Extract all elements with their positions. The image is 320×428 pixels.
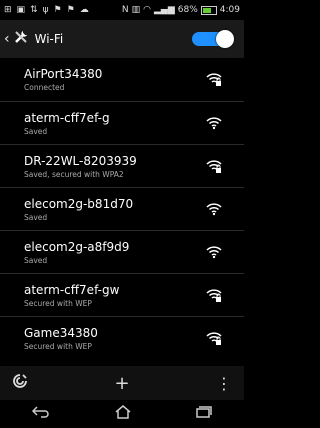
- network-ssid: elecom2g-a8f9d9: [24, 240, 130, 254]
- network-ssid: aterm-cff7ef-g: [24, 111, 110, 125]
- add-network-button[interactable]: +: [102, 373, 142, 394]
- system-icons: N ▥ ◠ ▂▄▆ 68% 4:09: [119, 0, 240, 20]
- network-ssid: Game34380: [24, 326, 98, 340]
- wifi-locked-icon: [206, 332, 222, 345]
- flag-icon: ⚑: [53, 5, 62, 15]
- network-row[interactable]: aterm-cff7ef-g Saved: [0, 101, 244, 144]
- wifi-icon: [206, 246, 222, 259]
- home-icon[interactable]: [115, 405, 131, 423]
- wifi-toggle[interactable]: [192, 30, 234, 48]
- notification-icons: ⊞ ▣ ⇅ ψ ⚑ ⚑ ☁: [0, 5, 94, 15]
- back-icon[interactable]: [32, 406, 50, 422]
- network-row[interactable]: aterm-cff7ef-gw Secured with WEP: [0, 273, 244, 316]
- bottom-action-bar: + ⋮: [0, 366, 244, 400]
- network-status: Secured with WEP: [24, 342, 92, 351]
- notification-app-icon: ⊞: [4, 5, 12, 15]
- wifi-status-icon: ◠: [143, 5, 151, 15]
- wifi-locked-icon: [206, 289, 222, 302]
- navigation-bar: [0, 400, 244, 428]
- network-status: Saved: [24, 213, 48, 222]
- network-row[interactable]: AirPort34380 Connected: [0, 58, 244, 101]
- network-list: AirPort34380 Connected aterm-cff7ef-g Sa…: [0, 58, 244, 358]
- page-title: Wi-Fi: [34, 32, 64, 46]
- toggle-knob: [216, 30, 234, 48]
- overflow-menu-icon: ⋮: [216, 373, 232, 393]
- network-status: Saved: [24, 127, 48, 136]
- flag-icon-2: ⚑: [66, 5, 75, 15]
- network-row[interactable]: elecom2g-b81d70 Saved: [0, 187, 244, 230]
- vibrate-icon: ▥: [131, 5, 141, 15]
- battery-percent: 68%: [177, 5, 198, 15]
- wifi-locked-icon: [206, 73, 222, 86]
- network-row[interactable]: elecom2g-a8f9d9 Saved: [0, 230, 244, 273]
- usb-debug-icon: ψ: [42, 5, 49, 15]
- wifi-icon: [206, 117, 222, 130]
- nfc-icon: N: [121, 5, 129, 15]
- network-status: Secured with WEP: [24, 299, 92, 308]
- back-chevron-icon[interactable]: ‹: [4, 31, 10, 47]
- status-bar: ⊞ ▣ ⇅ ψ ⚑ ⚑ ☁ N ▥ ◠ ▂▄▆ 68% 4:09: [0, 0, 244, 20]
- network-status: Saved, secured with WPA2: [24, 170, 124, 179]
- usb-icon: ⇅: [30, 5, 38, 15]
- add-icon: +: [114, 372, 130, 394]
- settings-tools-icon[interactable]: [13, 29, 29, 49]
- image-icon: ▣: [16, 5, 26, 15]
- wifi-icon: [206, 203, 222, 216]
- wps-button[interactable]: [0, 373, 40, 393]
- network-ssid: aterm-cff7ef-gw: [24, 283, 120, 297]
- network-ssid: elecom2g-b81d70: [24, 197, 134, 211]
- battery-icon: [200, 5, 217, 15]
- signal-icon: ▂▄▆: [154, 5, 175, 15]
- network-row[interactable]: Game34380 Secured with WEP: [0, 316, 244, 359]
- recents-icon[interactable]: [195, 406, 212, 422]
- action-bar: ‹ Wi-Fi: [0, 20, 244, 58]
- clock: 4:09: [219, 5, 240, 15]
- network-row[interactable]: DR-22WL-8203939 Saved, secured with WPA2: [0, 144, 244, 187]
- wifi-locked-icon: [206, 160, 222, 173]
- cloud-icon: ☁: [79, 5, 89, 15]
- network-ssid: AirPort34380: [24, 67, 103, 81]
- network-ssid: DR-22WL-8203939: [24, 154, 137, 168]
- wps-icon: [13, 374, 27, 388]
- network-status: Connected: [24, 83, 65, 92]
- overflow-menu-button[interactable]: ⋮: [204, 374, 244, 393]
- network-status: Saved: [24, 256, 48, 265]
